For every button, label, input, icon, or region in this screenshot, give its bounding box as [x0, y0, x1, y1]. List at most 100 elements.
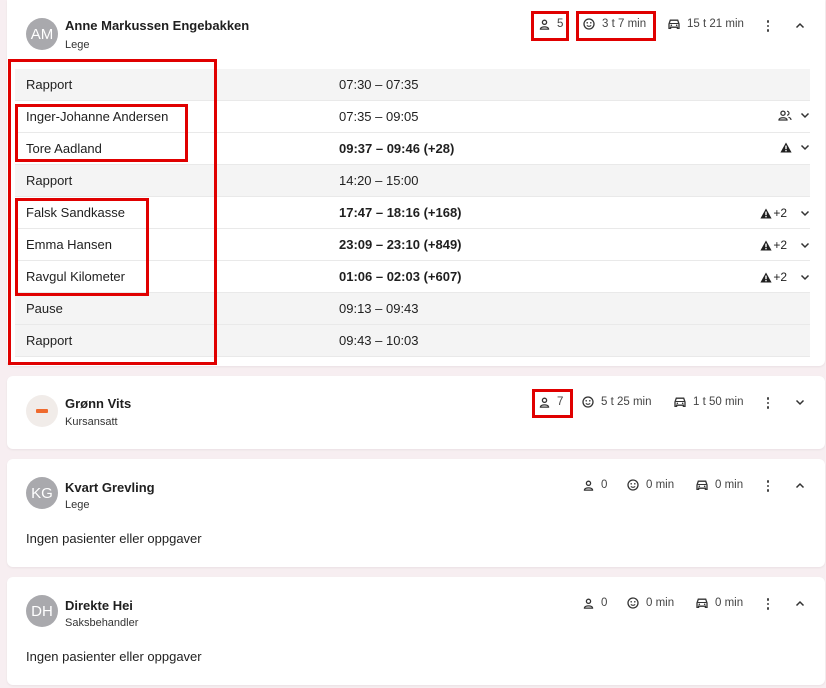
car-icon [696, 598, 708, 608]
treatment-time: 5 t 25 min [582, 396, 652, 408]
row-label: Rapport [26, 333, 73, 348]
extra-count: +2 [773, 206, 787, 220]
travel-time: 15 t 21 min [668, 18, 744, 30]
status-minus-icon [36, 409, 48, 413]
row-label: Ravgul Kilometer [26, 269, 125, 284]
row-time: 09:37 – 09:46 (+28) [339, 141, 455, 156]
chevron-up-icon[interactable] [794, 479, 806, 491]
row-label: Pause [26, 301, 63, 316]
schedule-row: Rapport 14:20 – 15:00 [15, 165, 810, 197]
row-time: 14:20 – 15:00 [339, 173, 419, 188]
row-label: Inger-Johanne Andersen [26, 109, 169, 124]
travel-time: 0 min [696, 479, 743, 491]
car-icon [668, 19, 680, 29]
schedule-row: Rapport 09:43 – 10:03 [15, 325, 810, 357]
extra-count: +2 [773, 238, 787, 252]
staff-role: Lege [65, 499, 90, 511]
treatment-time-value: 0 min [646, 597, 675, 609]
more-options-icon[interactable] [762, 19, 774, 33]
warning-icon [760, 208, 772, 218]
patient-count-value: 0 [601, 597, 608, 609]
schedule-row[interactable]: Inger-Johanne Andersen 07:35 – 09:05 [15, 101, 810, 133]
person-icon [539, 397, 550, 408]
row-time: 07:30 – 07:35 [339, 77, 419, 92]
schedule-row[interactable]: Emma Hansen 23:09 – 23:10 (+849) +2 [15, 229, 810, 261]
schedule-row: Rapport 07:30 – 07:35 [15, 69, 810, 101]
more-options-icon[interactable] [762, 597, 774, 611]
staff-name: Direkte Hei [65, 598, 133, 613]
avatar [26, 395, 58, 427]
travel-time-value: 0 min [715, 597, 744, 609]
treatment-time-value: 5 t 25 min [601, 396, 652, 408]
row-label: Rapport [26, 173, 73, 188]
warning-icon [780, 142, 792, 153]
row-time: 23:09 – 23:10 (+849) [339, 237, 462, 252]
staff-name: Grønn Vits [65, 396, 132, 411]
treatment-time: 0 min [627, 597, 674, 609]
schedule-row[interactable]: Tore Aadland 09:37 – 09:46 (+28) [15, 133, 810, 165]
smile-icon [627, 479, 639, 491]
patient-count: 5 [539, 18, 563, 30]
row-indicator[interactable] [778, 110, 810, 121]
row-label: Falsk Sandkasse [26, 205, 125, 220]
chevron-down-icon[interactable] [794, 396, 806, 408]
chevron-up-icon[interactable] [794, 19, 806, 31]
row-label: Tore Aadland [26, 141, 102, 156]
treatment-time-value: 3 t 7 min [602, 18, 647, 30]
car-icon [696, 480, 708, 490]
car-icon [674, 397, 686, 407]
chevron-down-icon[interactable] [800, 274, 810, 281]
staff-card: DH Direkte Hei Saksbehandler 0 0 min 0 m… [7, 577, 825, 685]
row-indicator[interactable]: +2 [760, 270, 810, 284]
travel-time-value: 1 t 50 min [693, 396, 744, 408]
travel-time: 0 min [696, 597, 743, 609]
schedule-row[interactable]: Falsk Sandkasse 17:47 – 18:16 (+168) +2 [15, 197, 810, 229]
staff-name: Kvart Grevling [65, 480, 155, 495]
travel-time-value: 15 t 21 min [687, 18, 744, 30]
patient-count: 0 [583, 597, 607, 609]
staff-card: Grønn Vits Kursansatt 7 5 t 25 min 1 t 5… [7, 376, 825, 449]
row-label: Rapport [26, 77, 73, 92]
avatar: DH [26, 595, 58, 627]
row-time: 07:35 – 09:05 [339, 109, 419, 124]
person-icon [583, 480, 594, 491]
row-time: 09:43 – 10:03 [339, 333, 419, 348]
extra-count: +2 [773, 270, 787, 284]
more-options-icon[interactable] [762, 479, 774, 493]
chevron-down-icon[interactable] [800, 242, 810, 249]
chevron-down-icon[interactable] [800, 210, 810, 217]
row-time: 17:47 – 18:16 (+168) [339, 205, 462, 220]
row-indicator[interactable]: +2 [760, 238, 810, 252]
row-indicator[interactable]: +2 [760, 206, 810, 220]
warning-icon [760, 272, 772, 282]
group-icon [778, 110, 792, 121]
patient-count-value: 5 [557, 18, 564, 30]
treatment-time: 0 min [627, 479, 674, 491]
patient-count-value: 0 [601, 479, 608, 491]
patient-count: 7 [539, 396, 563, 408]
row-indicator[interactable] [780, 142, 810, 153]
travel-time: 1 t 50 min [674, 396, 744, 408]
avatar: KG [26, 477, 58, 509]
smile-icon [583, 18, 595, 30]
chevron-up-icon[interactable] [794, 597, 806, 609]
person-icon [583, 598, 594, 609]
patient-count-value: 7 [557, 396, 564, 408]
staff-name: Anne Markussen Engebakken [65, 18, 250, 33]
warning-icon [760, 240, 772, 250]
treatment-time: 3 t 7 min [583, 18, 646, 30]
row-time: 01:06 – 02:03 (+607) [339, 269, 462, 284]
travel-time-value: 0 min [715, 479, 744, 491]
staff-role: Saksbehandler [65, 617, 139, 629]
schedule-row: Pause 09:13 – 09:43 [15, 293, 810, 325]
staff-card: AM Anne Markussen Engebakken Lege 5 3 t … [7, 0, 825, 366]
row-time: 09:13 – 09:43 [339, 301, 419, 316]
chevron-down-icon[interactable] [800, 112, 810, 119]
schedule-row[interactable]: Ravgul Kilometer 01:06 – 02:03 (+607) +2 [15, 261, 810, 293]
more-options-icon[interactable] [762, 396, 774, 410]
staff-role: Kursansatt [65, 416, 118, 428]
patient-count: 0 [583, 479, 607, 491]
treatment-time-value: 0 min [646, 479, 675, 491]
chevron-down-icon[interactable] [800, 144, 810, 151]
empty-state-text: Ingen pasienter eller oppgaver [26, 649, 202, 664]
